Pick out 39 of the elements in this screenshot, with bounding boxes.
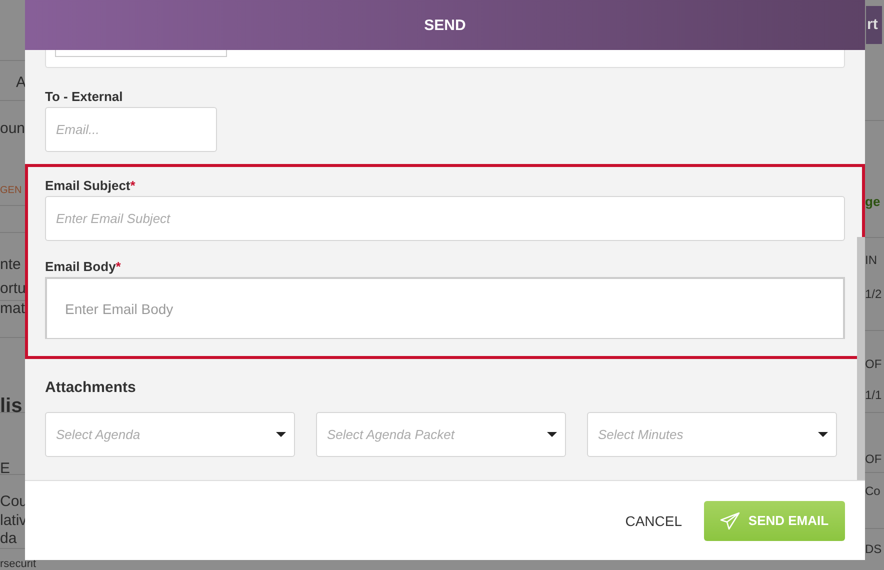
section-heading: Attachments (45, 379, 137, 396)
caret-icon (276, 432, 286, 437)
caret-icon (547, 432, 557, 437)
paper-plane-icon (720, 512, 740, 530)
modal-title: SEND (424, 16, 466, 34)
background-text: E (0, 460, 10, 478)
background-text: lativ (0, 512, 27, 530)
select-dropdown[interactable]: Select Minutes (587, 412, 837, 457)
background-text: da (0, 530, 17, 548)
background-text: OF (865, 451, 882, 468)
background-text: A (16, 74, 26, 92)
background-text: Co (865, 483, 880, 500)
subject-input[interactable]: Enter Email Subject (45, 196, 845, 241)
caret-icon (818, 432, 828, 437)
background-text: nte (0, 256, 21, 274)
select-dropdown[interactable]: Select Agenda Packet (316, 412, 566, 457)
field-label: To - External (45, 89, 124, 104)
background-text: mat (0, 300, 26, 318)
background-text: GEN (0, 184, 22, 198)
cancel-button[interactable]: CANCEL (625, 506, 682, 534)
background-text: oun (0, 120, 26, 138)
required-asterisk: * (130, 178, 136, 193)
select-dropdown[interactable]: Select Agenda (45, 412, 295, 457)
background-text: ge (865, 193, 880, 211)
background-text: rsecurit (0, 559, 36, 570)
background-text: ortu (0, 280, 26, 298)
field-label: Email Subject (45, 178, 130, 193)
email-input[interactable]: Email... (45, 107, 217, 152)
background-text: OF (865, 356, 882, 373)
scrollbar[interactable] (857, 237, 865, 480)
background-text: 1/1 (865, 387, 882, 404)
background-text: DS (865, 541, 882, 558)
background-text: IN (865, 252, 877, 269)
body-textarea[interactable]: Enter Email Body (45, 277, 845, 339)
send-email-button[interactable]: SEND EMAIL (704, 500, 845, 540)
required-asterisk: * (116, 259, 121, 274)
field-label: Email Body (45, 259, 116, 274)
background-text: lis (0, 394, 22, 418)
background-text: 1/2 (865, 286, 882, 303)
